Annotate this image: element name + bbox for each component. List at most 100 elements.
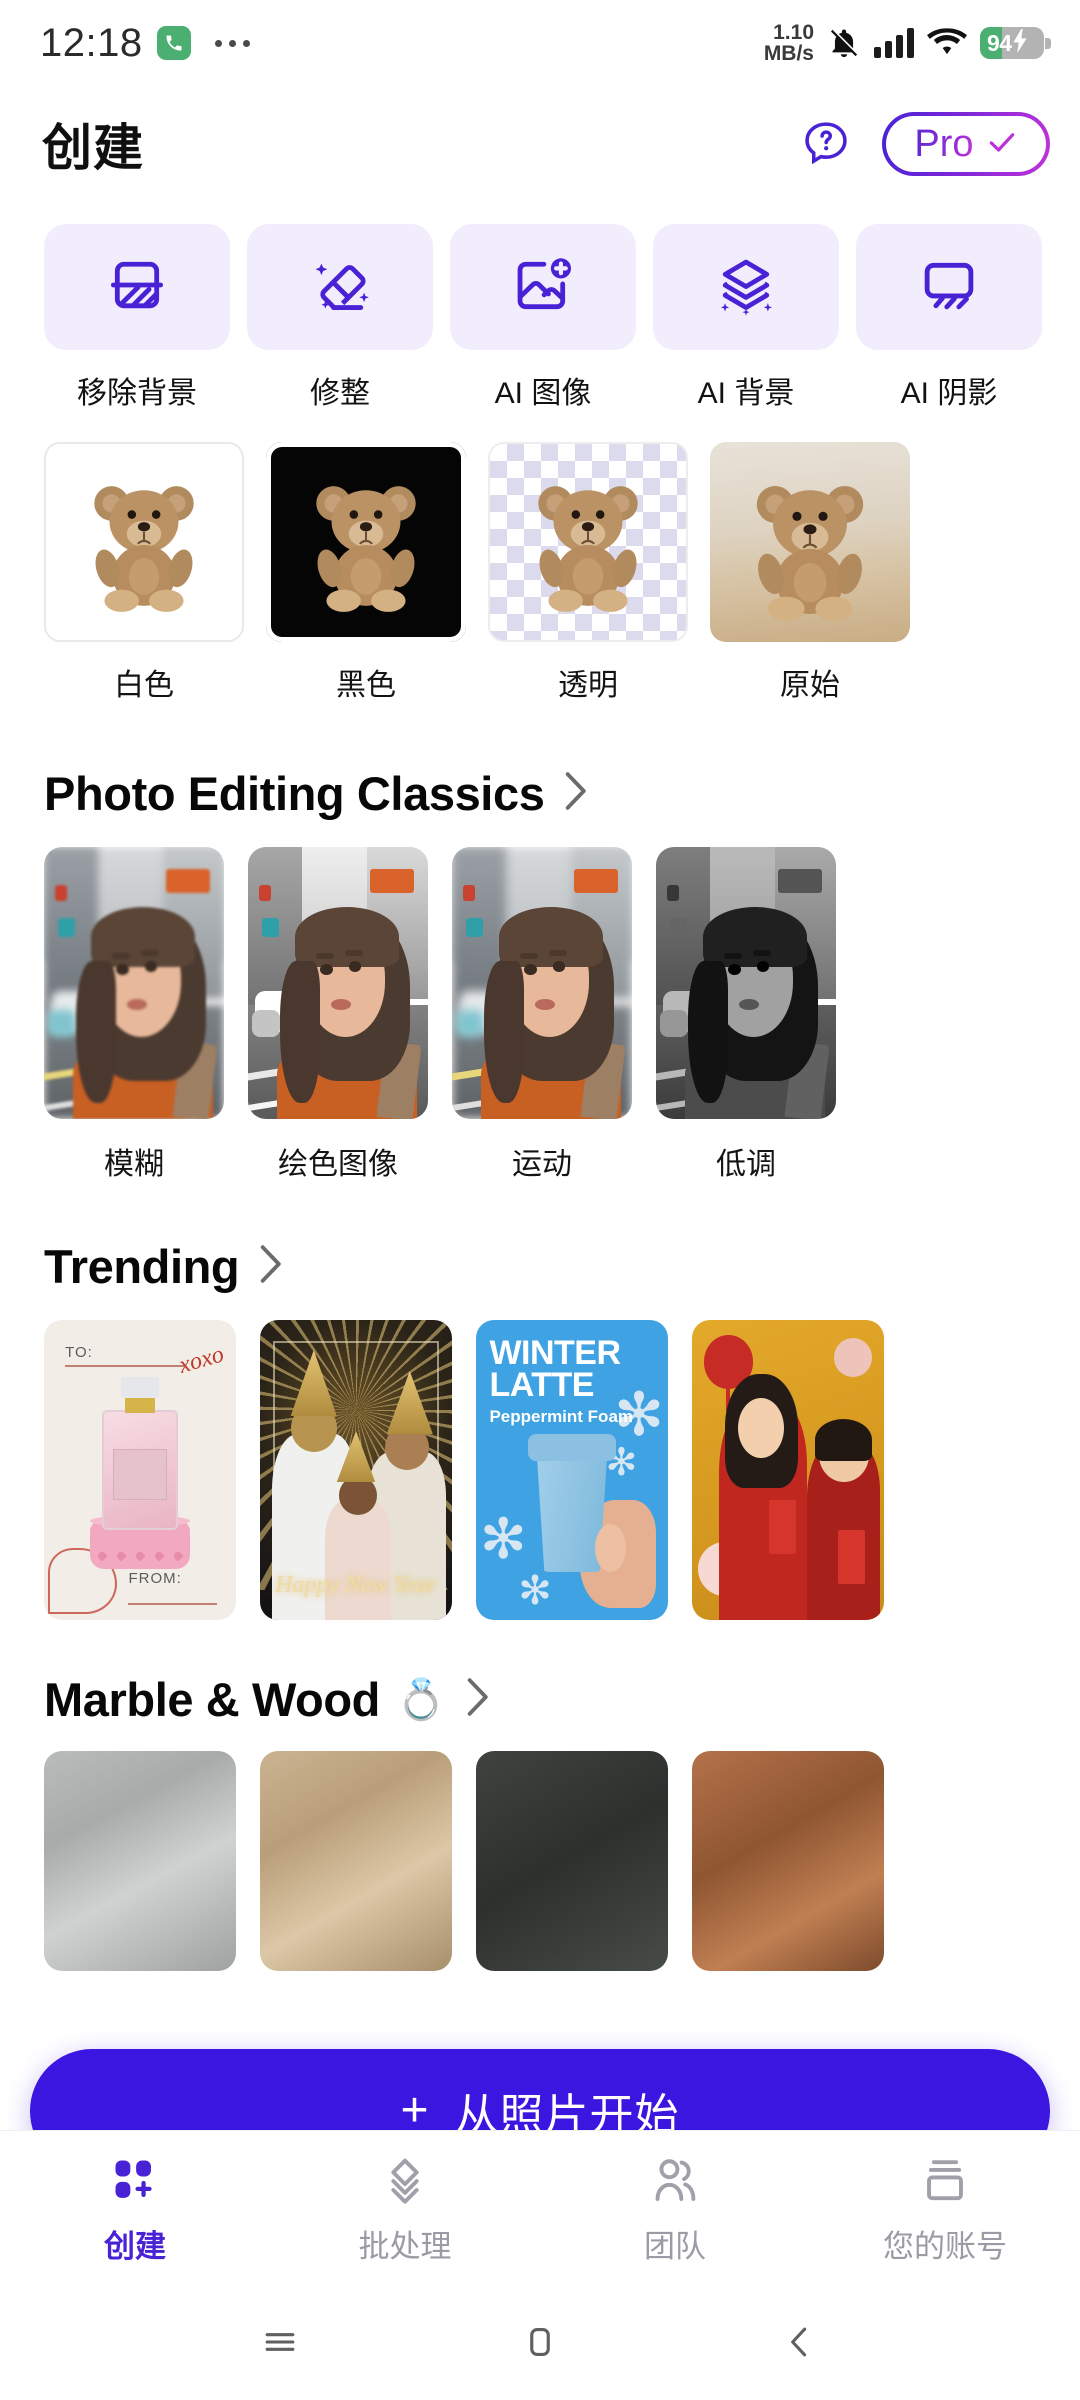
section-header-classics[interactable]: Photo Editing Classics: [0, 766, 1080, 821]
tool-card[interactable]: [44, 224, 230, 350]
help-chat-icon[interactable]: [800, 118, 852, 170]
tool-ai-background[interactable]: AI 背景: [653, 224, 839, 412]
bg-thumb[interactable]: [266, 442, 466, 642]
batch-layers-icon: [379, 2154, 431, 2211]
pro-label: Pro: [914, 122, 974, 165]
eraser-retouch-icon: [305, 250, 375, 325]
tool-label: AI 阴影: [900, 377, 998, 410]
tool-card[interactable]: [653, 224, 839, 350]
tool-label: AI 图像: [494, 377, 592, 410]
card-to-label: TO:: [65, 1344, 93, 1361]
classic-thumb[interactable]: [656, 847, 836, 1119]
classic-item-blur[interactable]: 模糊: [44, 847, 224, 1183]
classic-thumb[interactable]: [248, 847, 428, 1119]
charging-bolt-icon: [1011, 28, 1029, 58]
tool-card[interactable]: [856, 224, 1042, 350]
chevron-right-icon[interactable]: [462, 1675, 492, 1724]
section-title: Photo Editing Classics: [44, 767, 545, 820]
classics-carousel[interactable]: 模糊 绘色图像 运动 低调: [0, 821, 1080, 1183]
tool-label: 移除背景: [77, 377, 197, 410]
header-actions: Pro: [800, 112, 1050, 176]
check-icon: [986, 126, 1018, 163]
wifi-icon: [927, 28, 967, 58]
home-square-icon[interactable]: [518, 2320, 562, 2369]
bg-option-white[interactable]: 白色: [44, 442, 244, 704]
bg-thumb[interactable]: [488, 442, 688, 642]
menu-lines-icon[interactable]: [258, 2320, 302, 2369]
tool-ai-image[interactable]: AI 图像: [450, 224, 636, 412]
tool-card[interactable]: [247, 224, 433, 350]
bottom-navigation[interactable]: 创建 批处理 团队 您的账号: [0, 2130, 1080, 2288]
portrait-image: [452, 847, 632, 1119]
portrait-image: [248, 847, 428, 1119]
card-caption: Happy New Year: [275, 1572, 437, 1598]
bg-option-original[interactable]: 原始: [710, 442, 910, 704]
battery-indicator: 94: [980, 27, 1051, 59]
trending-card-winter-latte[interactable]: ✻ ✻ ✻ ✻ WINTER LATTE Peppermint Foam: [476, 1320, 668, 1620]
background-options-row[interactable]: 白色 黑色 透明 原始: [0, 412, 1080, 704]
trending-card-chinese-new-year[interactable]: [692, 1320, 884, 1620]
bg-label: 黑色: [336, 669, 396, 702]
ai-shadow-icon: [914, 250, 984, 325]
chevron-left-icon[interactable]: [778, 2320, 822, 2369]
snowflake-icon: ✻: [479, 1507, 527, 1570]
ai-image-add-icon: [508, 250, 578, 325]
bg-label: 原始: [780, 669, 840, 702]
more-dots-icon: [214, 39, 250, 47]
nav-item-create[interactable]: 创建: [0, 2154, 270, 2266]
ai-background-layers-icon: [711, 250, 781, 325]
teddy-bear-image: [756, 485, 864, 621]
nav-item-team[interactable]: 团队: [540, 2154, 810, 2266]
swatch-gray-marble[interactable]: [44, 1751, 236, 1971]
marble-wood-carousel[interactable]: [0, 1727, 1080, 1971]
tool-remove-background[interactable]: 移除背景: [44, 224, 230, 412]
account-card-icon: [919, 2154, 971, 2211]
teddy-bear-image: [94, 486, 194, 612]
swatch-light-wood[interactable]: [260, 1751, 452, 1971]
classic-item-colorize[interactable]: 绘色图像: [248, 847, 428, 1183]
teddy-bear-image: [316, 486, 416, 612]
swatch-dark-slate[interactable]: [476, 1751, 668, 1971]
nav-label: 创建: [104, 2228, 166, 2264]
plus-icon: +: [400, 2084, 429, 2137]
trending-carousel[interactable]: TO: xoxo FROM: Happy New Year ✻ ✻ ✻ ✻ WI…: [0, 1294, 1080, 1620]
nav-item-account[interactable]: 您的账号: [810, 2154, 1080, 2266]
teddy-bear-image: [538, 486, 638, 612]
card-title: WINTER LATTE: [489, 1334, 621, 1404]
bg-thumb[interactable]: [44, 442, 244, 642]
pro-badge-button[interactable]: Pro: [882, 112, 1050, 176]
trending-card-perfume[interactable]: TO: xoxo FROM:: [44, 1320, 236, 1620]
chevron-right-icon[interactable]: [560, 769, 590, 818]
system-navigation-bar[interactable]: [0, 2288, 1080, 2400]
tool-retouch[interactable]: 修整: [247, 224, 433, 412]
trending-card-new-year[interactable]: Happy New Year: [260, 1320, 452, 1620]
bg-label: 白色: [114, 669, 174, 702]
chevron-right-icon[interactable]: [255, 1242, 285, 1291]
classic-thumb[interactable]: [452, 847, 632, 1119]
status-bar-right: 1.10 MB/s 94: [764, 21, 1051, 64]
tools-carousel[interactable]: 移除背景 修整 AI 图像 AI 背景 AI 阴影: [0, 196, 1080, 412]
section-title: Trending: [44, 1240, 240, 1293]
nav-item-batch[interactable]: 批处理: [270, 2154, 540, 2266]
card-from-label: FROM:: [128, 1570, 182, 1587]
swatch-brown-wood[interactable]: [692, 1751, 884, 1971]
status-bar: 12:18 1.10 MB/s 94: [0, 0, 1080, 86]
classic-label: 低调: [716, 1148, 776, 1181]
portrait-image: [656, 847, 836, 1119]
bg-thumb[interactable]: [710, 442, 910, 642]
bg-option-transparent[interactable]: 透明: [488, 442, 688, 704]
portrait-image: [44, 847, 224, 1119]
section-header-marble-wood[interactable]: Marble & Wood 💍: [0, 1672, 1080, 1727]
section-title: Marble & Wood: [44, 1673, 380, 1726]
tool-card[interactable]: [450, 224, 636, 350]
nav-label: 您的账号: [883, 2228, 1007, 2264]
page-header: 创建 Pro: [0, 86, 1080, 196]
section-header-trending[interactable]: Trending: [0, 1239, 1080, 1294]
bg-option-black[interactable]: 黑色: [266, 442, 466, 704]
remove-background-icon: [102, 250, 172, 325]
classic-item-motion[interactable]: 运动: [452, 847, 632, 1183]
classic-thumb[interactable]: [44, 847, 224, 1119]
tool-ai-shadow[interactable]: AI 阴影: [856, 224, 1042, 412]
bell-muted-icon: [827, 26, 861, 60]
classic-item-lowkey[interactable]: 低调: [656, 847, 836, 1183]
